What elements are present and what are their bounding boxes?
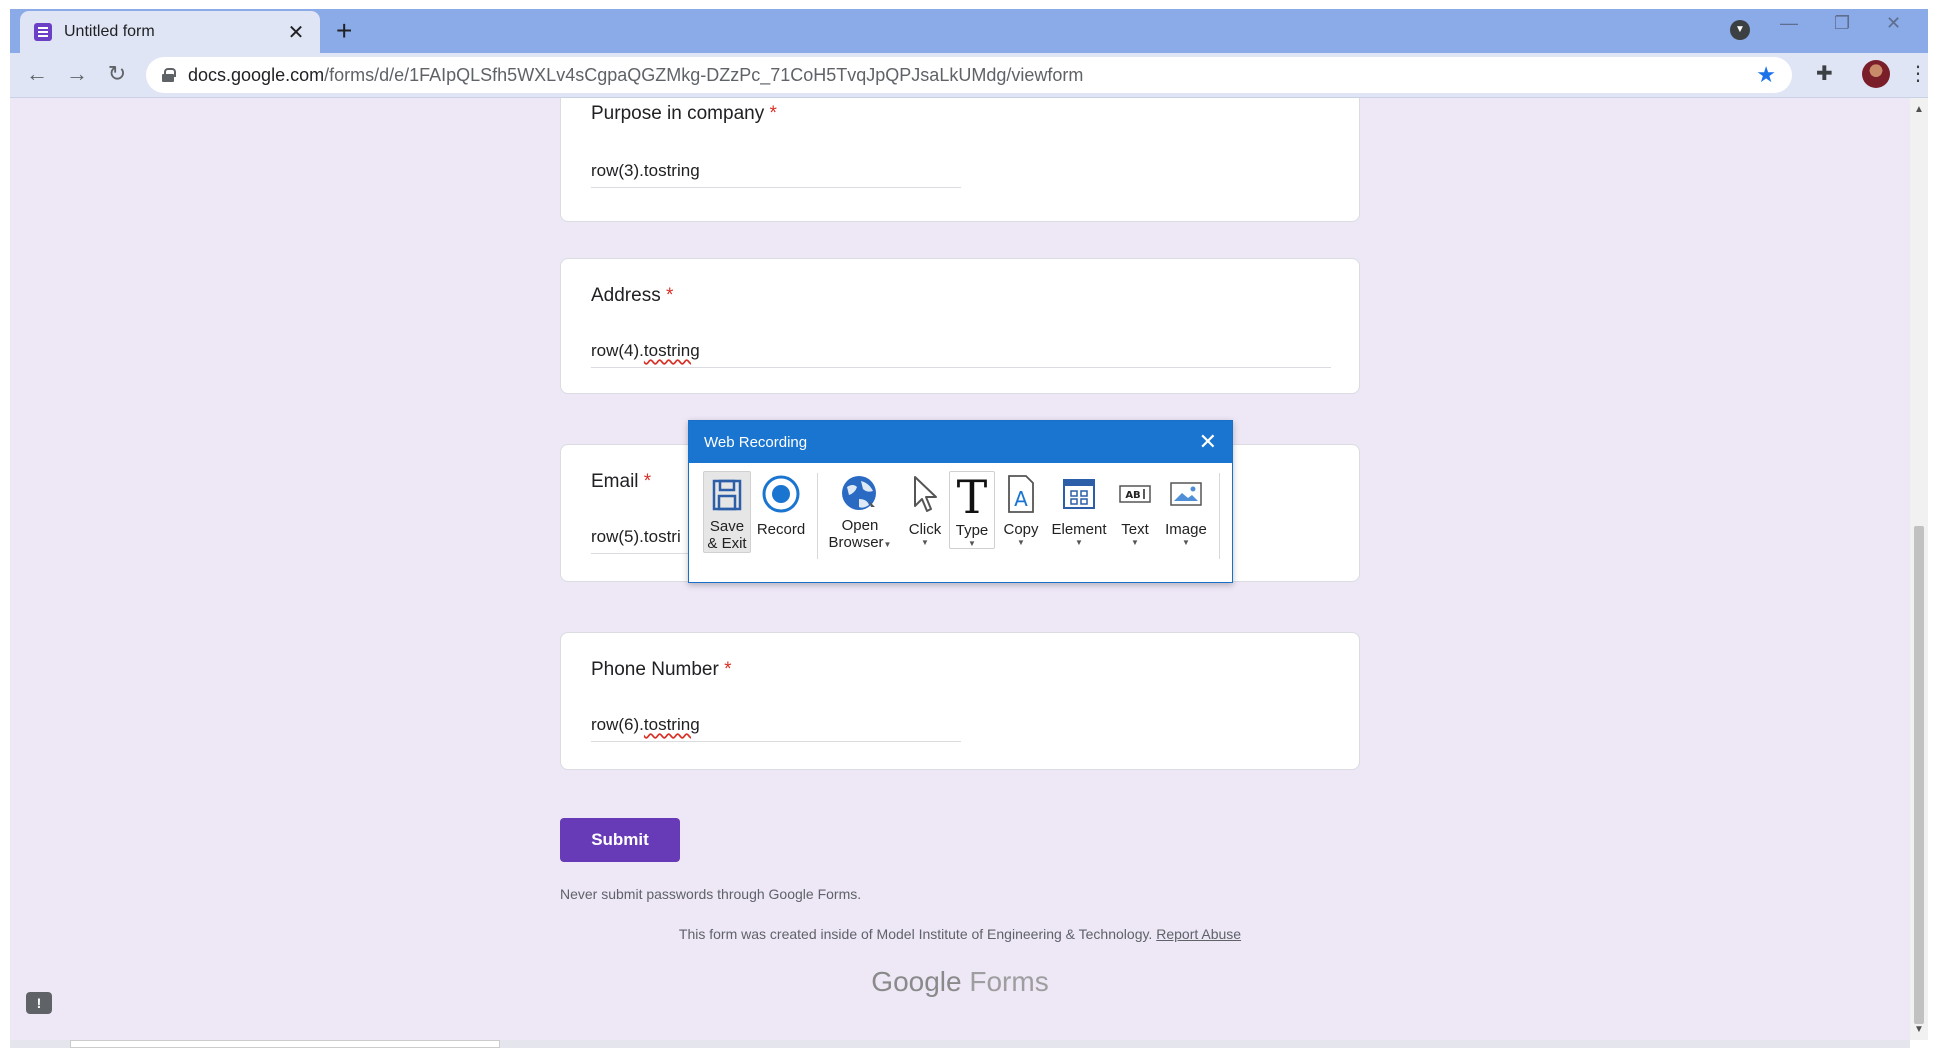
tab-search-icon[interactable]: ▼: [1730, 20, 1750, 40]
question-card: Phone Number * row(6).tostring: [560, 632, 1360, 770]
open-browser-button[interactable]: Open Browser▼: [825, 471, 895, 553]
dropdown-caret-icon: ▼: [1017, 538, 1025, 547]
required-mark: *: [665, 285, 674, 306]
scrollbar[interactable]: ▲ ▼: [1910, 98, 1928, 1040]
restore-icon[interactable]: ❐: [1834, 13, 1850, 34]
scroll-up-icon[interactable]: ▲: [1914, 104, 1924, 115]
submit-button[interactable]: Submit: [560, 818, 680, 862]
question-card: Address * row(4).tostring: [560, 258, 1360, 394]
dropdown-caret-icon: ▼: [1182, 538, 1190, 547]
answer-input[interactable]: row(6).tostring: [591, 715, 961, 742]
reload-icon[interactable]: ↻: [102, 61, 132, 87]
form-footer: This form was created inside of Model In…: [678, 926, 1242, 942]
element-button[interactable]: Element ▼: [1047, 471, 1111, 547]
toolbar-divider: [817, 473, 818, 559]
click-button[interactable]: Click ▼: [903, 471, 947, 547]
minimize-icon[interactable]: —: [1780, 13, 1798, 34]
record-button[interactable]: Record: [755, 471, 807, 538]
extensions-icon[interactable]: ✚: [1816, 61, 1833, 86]
globe-icon: [825, 471, 895, 517]
new-tab-button[interactable]: +: [336, 17, 352, 45]
bookmark-star-icon[interactable]: ★: [1756, 62, 1776, 88]
browser-toolbar: ← → ↻ docs.google.com /forms/d/e/1FAIpQL…: [10, 53, 1928, 98]
dropdown-caret-icon: ▼: [1075, 538, 1083, 547]
report-abuse-link[interactable]: Report Abuse: [1156, 926, 1241, 942]
dialog-header[interactable]: Web Recording ✕: [689, 421, 1232, 463]
dropdown-caret-icon: ▼: [921, 538, 929, 547]
dropdown-caret-icon: ▼: [968, 539, 976, 548]
question-title: Phone Number *: [591, 659, 732, 680]
tab-title: Untitled form: [64, 23, 155, 40]
answer-input[interactable]: row(4).tostring: [591, 341, 1331, 368]
required-mark: *: [769, 103, 777, 124]
lock-icon[interactable]: [162, 68, 176, 82]
dropdown-caret-icon: ▼: [1131, 538, 1139, 547]
url-domain: docs.google.com: [188, 64, 325, 85]
picture-icon: [1159, 471, 1213, 517]
scroll-down-icon[interactable]: ▼: [1914, 1024, 1924, 1035]
address-bar[interactable]: docs.google.com /forms/d/e/1FAIpQLSfh5WX…: [146, 57, 1792, 93]
web-recording-dialog: Web Recording ✕ Save & Exit Record Open …: [688, 420, 1233, 583]
required-mark: *: [724, 659, 732, 680]
cursor-arrow-icon: [903, 471, 947, 517]
close-window-icon[interactable]: ✕: [1886, 13, 1901, 34]
browser-tab[interactable]: Untitled form ✕: [20, 11, 320, 53]
toolbar-divider: [1219, 473, 1220, 559]
text-button[interactable]: AB Text ▼: [1113, 471, 1157, 547]
image-button[interactable]: Image ▼: [1159, 471, 1213, 547]
svg-text:T: T: [957, 473, 988, 517]
feedback-icon[interactable]: !: [26, 992, 52, 1014]
forms-favicon-icon: [34, 23, 52, 41]
copy-button[interactable]: A Copy ▼: [999, 471, 1043, 547]
type-letter-icon: T: [950, 472, 994, 518]
document-copy-icon: A: [999, 471, 1043, 517]
download-bar: [70, 1040, 500, 1048]
dropdown-caret-icon: ▼: [883, 540, 892, 549]
scroll-thumb[interactable]: [1914, 526, 1924, 1024]
password-warning: Never submit passwords through Google Fo…: [560, 886, 862, 902]
required-mark: *: [643, 471, 652, 492]
save-exit-button[interactable]: Save & Exit: [703, 471, 751, 553]
recorder-toolbar: Save & Exit Record Open Browser▼ Click ▼: [689, 463, 1232, 583]
svg-text:AB: AB: [1125, 490, 1140, 501]
question-card: Purpose in company * row(3).tostring: [560, 98, 1360, 222]
google-forms-logo[interactable]: Google Forms: [560, 966, 1360, 998]
record-icon: [755, 471, 807, 517]
floppy-disk-icon: [704, 472, 750, 518]
tab-close-icon[interactable]: ✕: [286, 20, 306, 45]
forward-icon[interactable]: →: [62, 61, 92, 87]
menu-icon[interactable]: ⋮: [1908, 61, 1928, 86]
type-button[interactable]: T Type ▼: [949, 471, 995, 549]
text-field-icon: AB: [1113, 471, 1157, 517]
avatar[interactable]: [1862, 60, 1890, 88]
question-title: Purpose in company *: [591, 103, 777, 124]
svg-text:A: A: [1014, 487, 1028, 511]
tab-strip: Untitled form ✕ + ▼ — ❐ ✕: [10, 9, 1928, 53]
dialog-title: Web Recording: [704, 433, 808, 451]
dialog-close-icon[interactable]: ✕: [1199, 431, 1217, 453]
question-title: Address *: [591, 285, 674, 306]
question-title: Email *: [591, 471, 652, 492]
back-icon[interactable]: ←: [22, 61, 52, 87]
element-window-icon: [1047, 471, 1111, 517]
url-path: /forms/d/e/1FAIpQLSfh5WXLv4sCgpaQGZMkg-D…: [324, 64, 1084, 85]
answer-input[interactable]: row(3).tostring: [591, 161, 961, 188]
